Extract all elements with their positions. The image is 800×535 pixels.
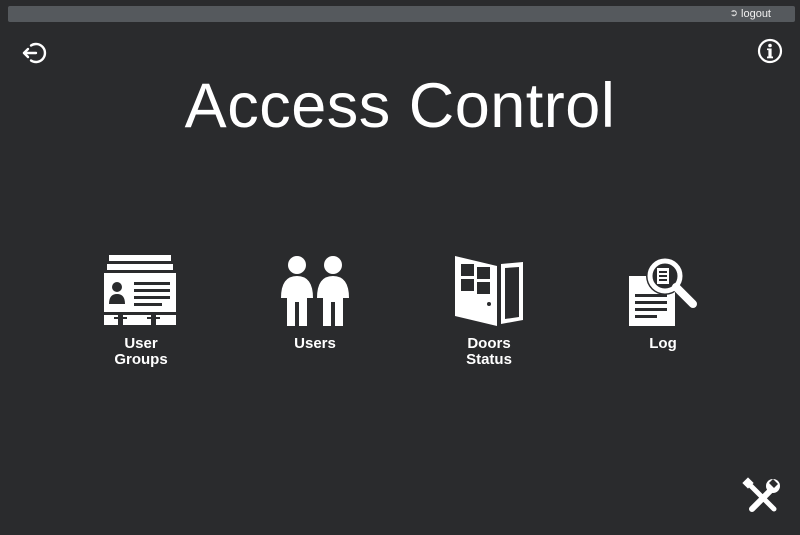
wrench-screwdriver-icon xyxy=(742,477,780,512)
document-magnifier-icon xyxy=(629,257,697,326)
tile-label: Log xyxy=(649,335,677,352)
back-button[interactable] xyxy=(20,39,48,67)
tile-label: User Groups xyxy=(114,335,168,368)
page-title: Access Control xyxy=(184,71,616,141)
logout-link[interactable]: ➲ logout xyxy=(730,7,771,21)
tools-button[interactable] xyxy=(742,477,782,517)
tile-user-groups[interactable]: User Groups xyxy=(81,254,201,368)
tile-label: Users xyxy=(294,335,336,352)
top-bar: ➲ logout xyxy=(8,6,795,22)
access-control-screen: ➲ logout Access Control User Groups User… xyxy=(0,0,800,535)
open-door-icon xyxy=(455,256,523,326)
tile-users[interactable]: Users xyxy=(255,254,375,352)
tile-label: Doors Status xyxy=(466,335,512,368)
tile-log[interactable]: Log xyxy=(603,254,723,352)
info-icon xyxy=(757,38,783,64)
tile-doors-status[interactable]: Doors Status xyxy=(429,254,549,368)
logout-label: logout xyxy=(741,8,771,20)
id-card-stack-icon xyxy=(104,255,176,325)
two-people-icon xyxy=(281,256,349,326)
sign-out-icon xyxy=(22,42,47,64)
info-button[interactable] xyxy=(756,37,784,65)
logout-arrow-icon: ➲ xyxy=(729,8,739,19)
